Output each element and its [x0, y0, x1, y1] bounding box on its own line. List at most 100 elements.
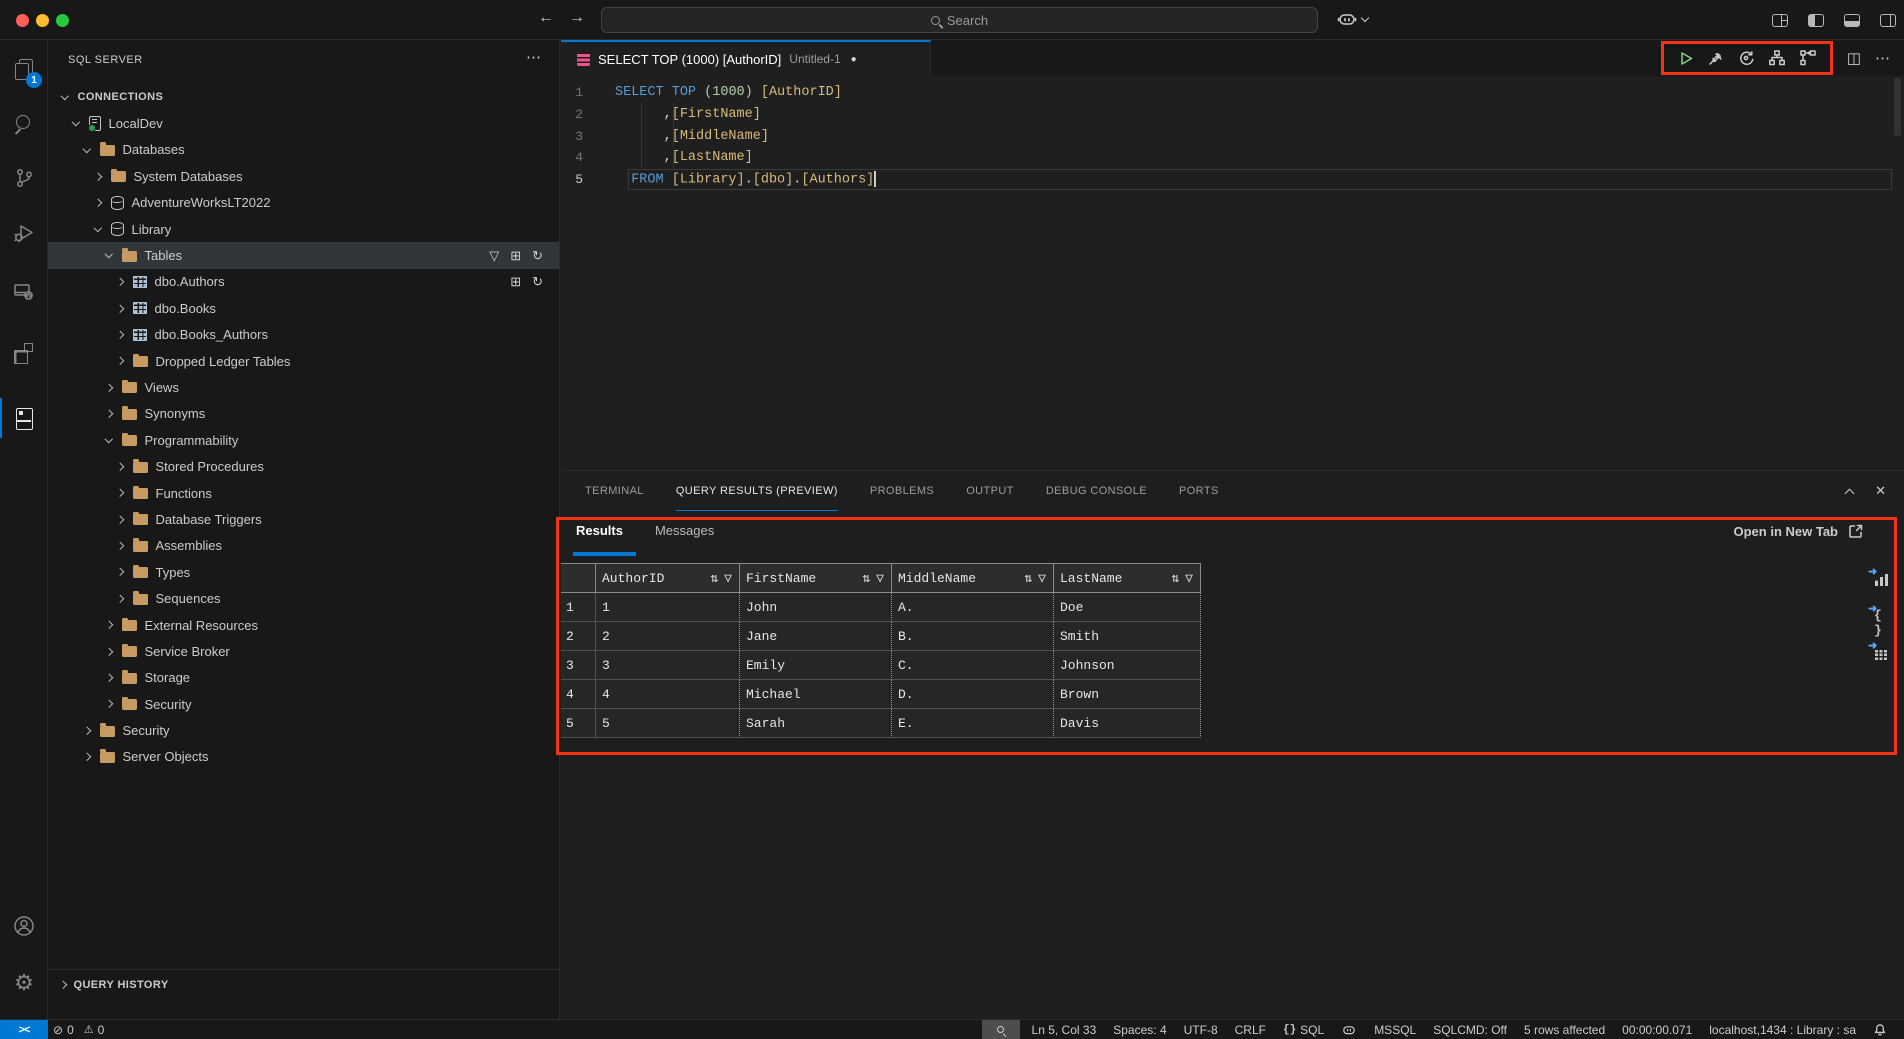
status-item-spaces-4[interactable]: Spaces: 4: [1108, 1020, 1171, 1039]
remote-indicator[interactable]: ><: [0, 1020, 48, 1039]
status-item-mssql[interactable]: MSSQL: [1369, 1020, 1421, 1039]
status-item-0[interactable]: ⊘0: [48, 1020, 79, 1039]
change-connection-button[interactable]: [1737, 49, 1755, 67]
tree-item-assemblies[interactable]: Assemblies: [48, 533, 559, 559]
tree-item-localdev[interactable]: LocalDev: [48, 110, 559, 136]
grid-cell[interactable]: E.: [892, 709, 1054, 738]
grid-cell[interactable]: Sarah: [740, 709, 892, 738]
table-edit-icon[interactable]: ⊞: [510, 274, 521, 290]
panel-tab-output[interactable]: OUTPUT: [966, 471, 1014, 511]
status-item-copilot[interactable]: [1336, 1020, 1362, 1039]
tree-item-sequences[interactable]: Sequences: [48, 585, 559, 611]
grid-row-number[interactable]: 4: [561, 680, 596, 709]
customize-layout-button[interactable]: [1772, 14, 1788, 27]
status-item-localhost-1434-library-sa[interactable]: localhost,1434 : Library : sa: [1704, 1020, 1861, 1039]
status-item-00-00-00-071[interactable]: 00:00:00.071: [1617, 1020, 1697, 1039]
toggle-panel-button[interactable]: [1844, 14, 1860, 27]
copilot-menu[interactable]: [1336, 8, 1368, 30]
tree-item-security[interactable]: Security: [48, 717, 559, 743]
grid-header-firstname[interactable]: FirstName⇅▽: [740, 563, 892, 593]
save-as-csv-button[interactable]: ➜: [1872, 569, 1890, 587]
panel-tab-ports[interactable]: PORTS: [1179, 471, 1219, 511]
tree-item-types[interactable]: Types: [48, 559, 559, 585]
refresh-icon[interactable]: ↻: [532, 248, 543, 264]
grid-cell[interactable]: Doe: [1054, 593, 1201, 622]
grid-cell[interactable]: 1: [596, 593, 740, 622]
sort-icon[interactable]: ⇅: [862, 571, 870, 586]
tree-item-security[interactable]: Security: [48, 691, 559, 717]
grid-header-middlename[interactable]: MiddleName⇅▽: [892, 563, 1054, 593]
grid-cell[interactable]: A.: [892, 593, 1054, 622]
save-as-excel-button[interactable]: ➜: [1872, 643, 1890, 661]
nav-forward-button[interactable]: →: [569, 9, 585, 27]
tree-item-functions[interactable]: Functions: [48, 480, 559, 506]
connect-icon[interactable]: [1707, 50, 1724, 67]
activity-source-control-button[interactable]: [0, 156, 48, 200]
open-in-new-tab-button[interactable]: Open in New Tab: [1734, 523, 1865, 539]
nav-back-button[interactable]: ←: [538, 9, 554, 27]
tree-item-dbo-authors[interactable]: dbo.Authors⊞↻: [48, 269, 559, 295]
grid-cell[interactable]: Davis: [1054, 709, 1201, 738]
panel-tab-debug-console[interactable]: DEBUG CONSOLE: [1046, 471, 1147, 511]
filter-icon[interactable]: ▽: [724, 571, 732, 586]
tree-item-storage[interactable]: Storage: [48, 665, 559, 691]
account-button[interactable]: [0, 904, 48, 948]
filter-icon[interactable]: ▽: [1185, 571, 1193, 586]
grid-cell[interactable]: Michael: [740, 680, 892, 709]
grid-cell[interactable]: 3: [596, 651, 740, 680]
status-item-sqlcmd-off[interactable]: SQLCMD: Off: [1428, 1020, 1512, 1039]
tree-item-views[interactable]: Views: [48, 374, 559, 400]
grid-row-number[interactable]: 5: [561, 709, 596, 738]
editor-scrollbar[interactable]: [1894, 78, 1901, 136]
tree-item-library[interactable]: Library: [48, 216, 559, 242]
status-item-sql[interactable]: {}SQL: [1278, 1020, 1329, 1039]
status-item-5-rows-affected[interactable]: 5 rows affected: [1519, 1020, 1610, 1039]
grid-row-number[interactable]: 3: [561, 651, 596, 680]
editor-tab[interactable]: SELECT TOP (1000) [AuthorID] Untitled-1 …: [561, 40, 931, 76]
tree-item-dropped-ledger-tables[interactable]: Dropped Ledger Tables: [48, 348, 559, 374]
results-subtab-results[interactable]: Results: [576, 523, 623, 544]
panel-tab-problems[interactable]: PROBLEMS: [870, 471, 934, 511]
sort-icon[interactable]: ⇅: [1024, 571, 1032, 586]
activity-extensions-button[interactable]: [0, 331, 48, 375]
sort-icon[interactable]: ⇅: [710, 571, 718, 586]
tree-item-tables[interactable]: Tables▽⊞↻: [48, 242, 559, 268]
command-center-search[interactable]: Search: [601, 7, 1318, 33]
editor-more-actions-button[interactable]: ⋯: [1875, 49, 1890, 67]
tree-item-databases[interactable]: Databases: [48, 137, 559, 163]
results-subtab-messages[interactable]: Messages: [655, 523, 714, 544]
status-item-bell[interactable]: [1868, 1020, 1892, 1039]
status-item-0[interactable]: ⚠0: [79, 1020, 110, 1039]
status-item-utf-8[interactable]: UTF-8: [1179, 1020, 1223, 1039]
activity-sql-server-button[interactable]: [0, 396, 48, 440]
query-history-section[interactable]: QUERY HISTORY: [48, 969, 559, 999]
activity-remote-explorer-button[interactable]: [0, 270, 48, 314]
tree-item-system-databases[interactable]: System Databases: [48, 163, 559, 189]
activity-search-button[interactable]: [0, 102, 48, 146]
tree-item-stored-procedures[interactable]: Stored Procedures: [48, 453, 559, 479]
status-item-ln-5-col-33[interactable]: Ln 5, Col 33: [1027, 1020, 1102, 1039]
grid-row-number[interactable]: 2: [561, 622, 596, 651]
status-item-crlf[interactable]: CRLF: [1230, 1020, 1271, 1039]
grid-cell[interactable]: 2: [596, 622, 740, 651]
estimated-plan-button[interactable]: [1768, 49, 1786, 67]
tree-item-service-broker[interactable]: Service Broker: [48, 638, 559, 664]
grid-cell[interactable]: B.: [892, 622, 1054, 651]
grid-cell[interactable]: 4: [596, 680, 740, 709]
filter-icon[interactable]: ▽: [1038, 571, 1046, 586]
tree-item-dbo-books[interactable]: dbo.Books: [48, 295, 559, 321]
actual-plan-button[interactable]: [1799, 49, 1817, 67]
tree-item-database-triggers[interactable]: Database Triggers: [48, 506, 559, 532]
grid-cell[interactable]: Jane: [740, 622, 892, 651]
filter-icon[interactable]: ▽: [876, 571, 884, 586]
grid-row-number[interactable]: 1: [561, 593, 596, 622]
sort-icon[interactable]: ⇅: [1171, 571, 1179, 586]
grid-cell[interactable]: Emily: [740, 651, 892, 680]
editor-code-area[interactable]: 1SELECT TOP (1000) [AuthorID]2 ,[FirstNa…: [561, 82, 1904, 190]
refresh-icon[interactable]: ↻: [532, 274, 543, 290]
maximize-panel-button[interactable]: [1845, 488, 1855, 498]
grid-cell[interactable]: C.: [892, 651, 1054, 680]
save-as-json-button[interactable]: ➜{ }: [1872, 606, 1890, 624]
close-window-button[interactable]: [16, 14, 29, 27]
grid-cell[interactable]: Johnson: [1054, 651, 1201, 680]
